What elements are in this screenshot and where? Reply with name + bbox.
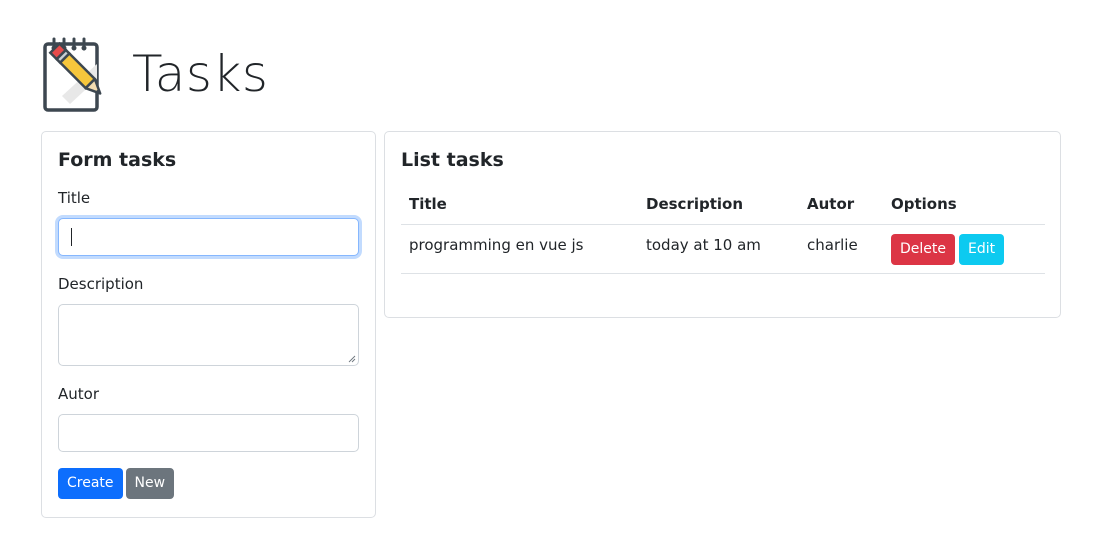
description-textarea[interactable] — [58, 304, 359, 366]
title-label: Title — [58, 189, 91, 207]
new-button[interactable]: New — [125, 468, 175, 499]
form-actions: Create New — [58, 468, 359, 499]
table-header-row: Title Description Autor Options — [401, 188, 1045, 225]
column-header-title: Title — [401, 188, 638, 225]
task-description: today at 10 am — [646, 236, 761, 254]
create-button[interactable]: Create — [58, 468, 123, 499]
autor-input[interactable] — [58, 414, 359, 452]
list-card-title: List tasks — [401, 149, 504, 171]
task-options-cell: Delete Edit — [883, 224, 1045, 274]
table-row: programming en vue js today at 10 am cha… — [401, 224, 1045, 274]
resize-grip-icon[interactable] — [348, 355, 356, 363]
task-autor: charlie — [807, 236, 858, 254]
description-label: Description — [58, 275, 144, 293]
edit-button[interactable]: Edit — [959, 234, 1005, 265]
app-header: Tasks — [40, 34, 268, 114]
form-card-title: Form tasks — [58, 149, 177, 171]
autor-label: Autor — [58, 385, 99, 403]
task-title: programming en vue js — [409, 236, 584, 254]
tasks-table: Title Description Autor Options programm… — [401, 188, 1045, 274]
text-caret — [71, 228, 72, 246]
form-tasks-card: Form tasks Title Description Autor Creat… — [41, 131, 376, 518]
task-autor-cell: charlie — [799, 224, 883, 274]
notepad-pencil-icon — [43, 37, 102, 112]
task-title-cell: programming en vue js — [401, 224, 638, 274]
column-header-autor: Autor — [799, 188, 883, 225]
page-title: Tasks — [132, 45, 269, 103]
title-input[interactable] — [58, 218, 359, 256]
list-tasks-card: List tasks Title Description Autor Optio… — [384, 131, 1061, 318]
row-actions: Delete Edit — [891, 233, 1037, 265]
page: Tasks Form tasks Title Description Autor… — [0, 0, 1117, 547]
delete-button[interactable]: Delete — [891, 234, 955, 265]
column-header-description: Description — [638, 188, 799, 225]
column-header-options: Options — [883, 188, 1045, 225]
task-description-cell: today at 10 am — [638, 224, 799, 274]
